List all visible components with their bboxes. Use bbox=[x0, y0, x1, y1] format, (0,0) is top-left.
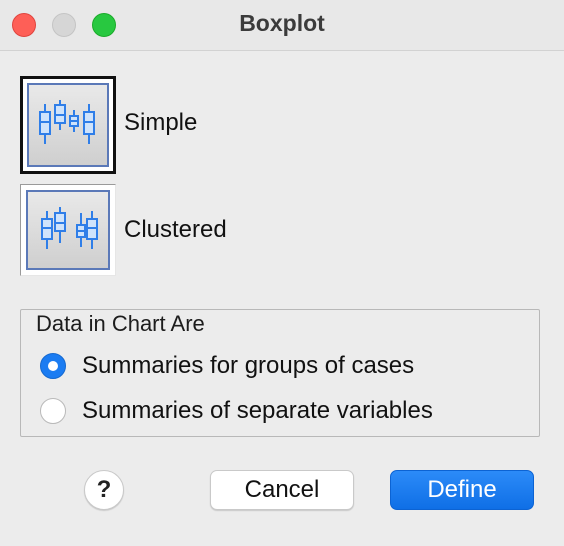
data-in-chart-legend: Data in Chart Are bbox=[34, 311, 207, 337]
chart-type-clustered-button[interactable] bbox=[20, 184, 116, 276]
help-button[interactable]: ? bbox=[84, 470, 124, 510]
title-bar: Boxplot bbox=[0, 0, 564, 51]
simple-boxplot-icon bbox=[27, 83, 109, 167]
cancel-button[interactable]: Cancel bbox=[210, 470, 354, 510]
radio-separate-variables[interactable]: Summaries of separate variables bbox=[40, 397, 433, 425]
clustered-boxplot-icon bbox=[26, 190, 110, 270]
radio-button-selected[interactable] bbox=[40, 353, 66, 379]
chart-type-simple-button[interactable] bbox=[20, 76, 116, 174]
radio-button-unselected[interactable] bbox=[40, 398, 66, 424]
define-button[interactable]: Define bbox=[390, 470, 534, 510]
radio-groups-of-cases[interactable]: Summaries for groups of cases bbox=[40, 352, 414, 380]
chart-type-simple-label: Simple bbox=[124, 109, 198, 136]
radio-separate-variables-label: Summaries of separate variables bbox=[82, 397, 433, 424]
window-title: Boxplot bbox=[239, 10, 325, 36]
chart-type-clustered-label: Clustered bbox=[124, 216, 227, 243]
radio-groups-of-cases-label: Summaries for groups of cases bbox=[82, 352, 415, 379]
